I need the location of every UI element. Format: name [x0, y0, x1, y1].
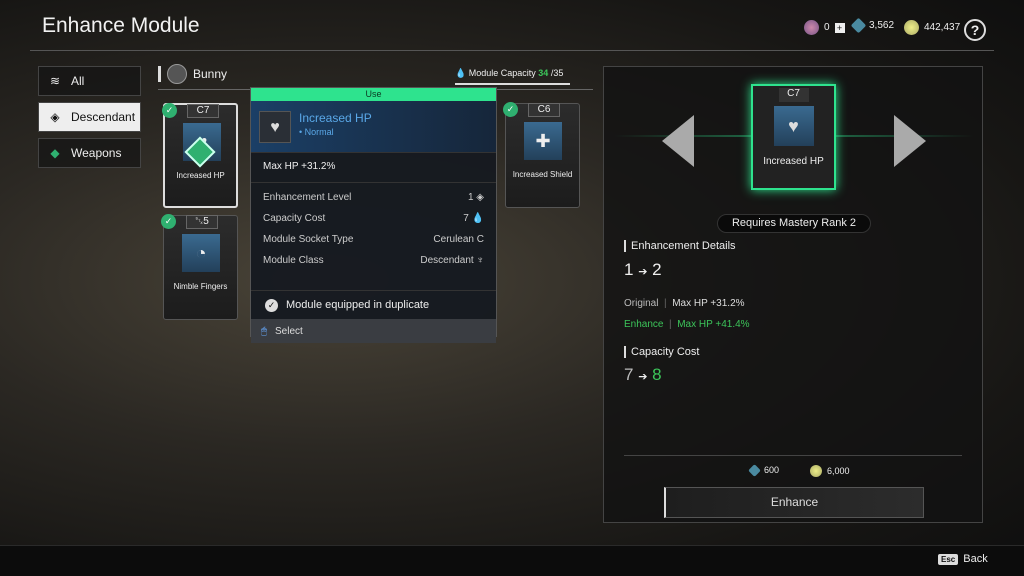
module-icon: ♥: [259, 111, 291, 143]
back-button[interactable]: Esc Back: [938, 553, 988, 565]
module-card[interactable]: ✓C7♥Increased HP: [162, 103, 238, 208]
module-card[interactable]: ✓ ␂5 ◔ Nimble Fingers: [161, 214, 238, 320]
check-icon: ✓: [161, 214, 176, 229]
info-row: Module Socket Type Cerulean C: [263, 234, 484, 245]
level-change: 1 ➔ 2: [624, 260, 662, 279]
check-icon: ✓: [503, 102, 518, 117]
esc-key-icon: Esc: [938, 553, 959, 565]
module-card[interactable]: ✓ C6 ✚ Increased Shield: [503, 102, 580, 208]
original-stat: Original | Max HP +31.2%: [624, 298, 745, 309]
module-capacity: 💧 Module Capacity 34 /35: [455, 68, 570, 85]
info-row: Capacity Cost 7 💧: [263, 213, 484, 224]
divider: [30, 50, 994, 51]
tab-all[interactable]: ≋ All: [38, 66, 141, 96]
currency-shards: 3,562: [850, 17, 894, 34]
tab-descendant[interactable]: ◈ Descendant: [38, 102, 141, 132]
select-hint[interactable]: 🖱 Select: [251, 319, 496, 343]
requirement-badge: Requires Mastery Rank 2: [717, 214, 871, 233]
footer-bar: [0, 545, 1024, 576]
drop-icon: 💧: [455, 68, 467, 78]
cost-gold: 6,000: [810, 465, 850, 477]
cost-shards: 600: [748, 463, 779, 477]
info-row: Module Class Descendant ♆: [263, 255, 484, 266]
mouse-icon: 🖱: [261, 325, 267, 337]
weapon-icon: ◆: [50, 146, 60, 160]
capacity-change: 7 ➔ 8: [624, 365, 662, 384]
section-heading: Capacity Cost: [624, 346, 699, 358]
gold-icon: [810, 465, 822, 477]
gold-icon: [904, 20, 919, 35]
decrease-arrow-button[interactable]: [662, 115, 694, 167]
avatar: [167, 64, 187, 84]
kuiper-shard-icon: [850, 17, 867, 34]
tab-weapons[interactable]: ◆ Weapons: [38, 138, 141, 168]
currency-gold: 442,437: [904, 20, 960, 35]
enhance-panel: C7 ♥ Increased HP Requires Mastery Rank …: [603, 66, 983, 523]
module-icon: ♥: [773, 106, 814, 146]
add-icon[interactable]: +: [834, 22, 845, 33]
increase-arrow-button[interactable]: [894, 115, 926, 167]
mastery-token-icon: [804, 20, 819, 35]
info-row: Enhancement Level 1 ◈: [263, 192, 484, 203]
check-icon: ✓: [162, 103, 177, 118]
currency-mastery: 0 +: [804, 20, 845, 35]
section-heading: Enhancement Details: [624, 240, 736, 252]
descendant-header: Bunny: [158, 64, 227, 84]
module-icon: ✚: [524, 122, 562, 160]
descendant-icon: ◈: [50, 110, 60, 124]
module-tooltip: Use ♥ Increased HP • Normal Max HP +31.2% …: [250, 87, 497, 343]
check-icon: ✓: [265, 298, 278, 312]
help-button[interactable]: ?: [964, 19, 986, 41]
divider: [624, 455, 962, 456]
selected-module-card: C7 ♥ Increased HP: [751, 84, 836, 190]
page-title: Enhance Module: [42, 14, 200, 37]
layers-icon: ≋: [49, 74, 61, 88]
module-icon: ◔: [182, 234, 220, 272]
kuiper-shard-icon: [748, 463, 761, 477]
enhance-button[interactable]: Enhance: [664, 487, 924, 518]
use-label: Use: [251, 88, 496, 101]
enhanced-stat: Enhance | Max HP +41.4%: [624, 319, 750, 330]
